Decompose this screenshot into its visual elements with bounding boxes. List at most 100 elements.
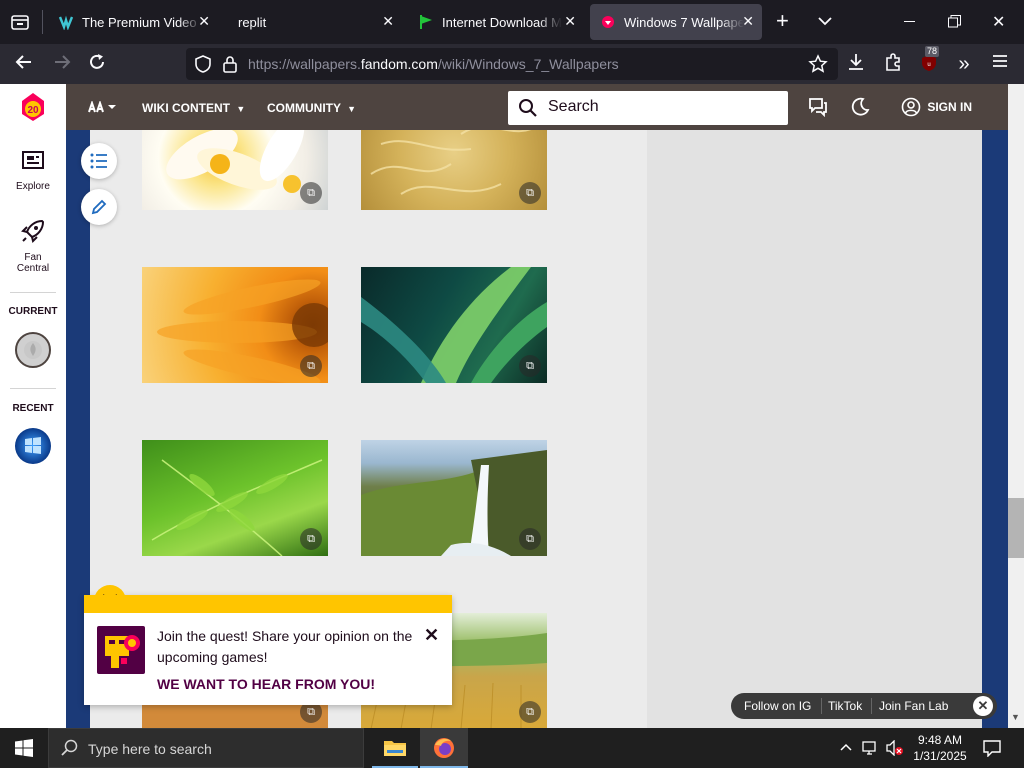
ublock-extension-icon[interactable]: u 78 [917, 46, 941, 76]
quest-message: Join the quest! Share your opinion on th… [157, 628, 413, 665]
browser-tab-strip: The Premium Video Ma ✕ replit ✕ Internet… [0, 0, 1024, 44]
tab-internet-download-manager[interactable]: Internet Download Ma ✕ [408, 4, 584, 40]
social-divider [821, 698, 822, 714]
expand-image-icon[interactable]: ⧉ [519, 528, 541, 550]
join-fan-lab-link[interactable]: Join Fan Lab [879, 699, 948, 713]
file-explorer-icon[interactable] [372, 728, 418, 768]
overflow-chevrons-icon[interactable]: » [952, 52, 976, 76]
rocket-icon[interactable] [20, 218, 46, 247]
right-rail [647, 130, 982, 728]
wiki-search-box[interactable]: Search [508, 91, 788, 125]
taskbar-clock[interactable]: 9:48 AM 1/31/2025 [908, 732, 972, 764]
tray-chevron-up-icon[interactable] [840, 741, 852, 759]
popup-header-bar [84, 595, 452, 613]
tab-windows7-wallpapers[interactable]: Windows 7 Wallpapers ✕ [590, 4, 762, 40]
network-icon[interactable] [862, 740, 880, 761]
social-bar: Follow on IG TikTok Join Fan Lab ✕ [731, 693, 997, 719]
nav-wiki-content[interactable]: WIKI CONTENT ▼ [142, 101, 245, 115]
close-popup-icon[interactable]: ✕ [424, 625, 439, 646]
close-tab-icon[interactable]: ✕ [382, 13, 394, 30]
recent-wiki-windows-avatar[interactable] [15, 428, 51, 464]
nav-community-label: COMMUNITY [267, 101, 341, 115]
green-flag-favicon [418, 14, 434, 30]
tab-title: Internet Download Ma [442, 14, 562, 30]
explore-label[interactable]: Explore [0, 181, 66, 192]
gallery-thumb-green-leaves[interactable]: ⧉ [361, 267, 547, 383]
close-tab-icon[interactable]: ✕ [742, 13, 754, 30]
bookmark-star-icon[interactable] [808, 54, 828, 77]
minimize-window-button[interactable] [904, 21, 915, 22]
tab-premium-video[interactable]: The Premium Video Ma ✕ [48, 4, 218, 40]
search-placeholder: Search [548, 98, 599, 115]
reload-icon[interactable] [85, 52, 109, 76]
page-scrollbar[interactable]: ▼ [1008, 84, 1024, 728]
url-path: /wiki/Windows_7_Wallpapers [437, 56, 619, 72]
tiktok-link[interactable]: TikTok [828, 699, 862, 713]
quest-popup: Join the quest! Share your opinion on th… [84, 585, 452, 705]
nav-community[interactable]: COMMUNITY ▼ [267, 101, 356, 115]
expand-image-icon[interactable]: ⧉ [300, 528, 322, 550]
url-domain: fandom.com [360, 56, 438, 72]
scrollbar-thumb[interactable] [1008, 498, 1024, 558]
extensions-puzzle-icon[interactable] [881, 52, 905, 76]
discussions-icon[interactable] [808, 97, 828, 120]
forward-arrow-icon[interactable] [50, 52, 74, 76]
windows-start-icon[interactable] [15, 739, 33, 762]
url-text[interactable]: https://wallpapers.fandom.com/wiki/Windo… [248, 56, 619, 72]
follow-on-ig-link[interactable]: Follow on IG [744, 699, 811, 713]
tab-replit[interactable]: replit ✕ [226, 4, 402, 40]
restore-window-button[interactable] [948, 15, 961, 28]
hamburger-menu-icon[interactable] [988, 52, 1012, 76]
explore-icon[interactable] [21, 150, 45, 175]
expand-image-icon[interactable]: ⧉ [519, 182, 541, 204]
table-of-contents-icon[interactable] [81, 143, 117, 179]
gallery-thumb-orange-gerbera[interactable]: ⧉ [142, 267, 328, 383]
downloads-icon[interactable] [844, 52, 868, 76]
tab-list-icon[interactable] [10, 12, 30, 32]
close-tab-icon[interactable]: ✕ [564, 13, 576, 30]
chevron-down-icon[interactable] [818, 14, 832, 29]
extension-badge: 78 [925, 46, 940, 57]
new-tab-button[interactable]: + [776, 8, 789, 34]
close-social-bar-icon[interactable]: ✕ [973, 696, 993, 716]
tab-title: Windows 7 Wallpapers [624, 14, 744, 30]
clock-time: 9:48 AM [917, 733, 963, 747]
fandom-logo-number: 20 [27, 105, 39, 116]
gallery-thumb-plumeria[interactable]: ⧉ [142, 130, 328, 210]
expand-image-icon[interactable]: ⧉ [519, 355, 541, 377]
back-arrow-icon[interactable] [12, 52, 36, 76]
tab-title: replit [238, 14, 267, 30]
address-bar[interactable]: https://wallpapers.fandom.com/wiki/Windo… [186, 48, 838, 80]
volume-muted-icon[interactable] [886, 739, 904, 761]
quest-cta-link[interactable]: WE WANT TO HEAR FROM YOU! [157, 676, 375, 692]
taskbar-search-box[interactable]: Type here to search [48, 728, 364, 768]
wiki-logo-menu[interactable] [88, 99, 118, 116]
dark-mode-moon-icon[interactable] [850, 97, 870, 120]
chevron-down-icon: ▼ [236, 104, 246, 114]
expand-image-icon[interactable]: ⧉ [300, 182, 322, 204]
quest-game-character-icon [97, 626, 145, 674]
close-tab-icon[interactable]: ✕ [198, 13, 210, 30]
fan-central-label[interactable]: Fan Central [0, 252, 66, 274]
scroll-down-arrow[interactable]: ▼ [1011, 712, 1020, 722]
lock-icon[interactable] [222, 55, 238, 76]
expand-image-icon[interactable]: ⧉ [300, 355, 322, 377]
tracking-shield-icon[interactable] [194, 55, 212, 76]
current-wiki-avatar[interactable] [15, 332, 51, 368]
browser-nav-bar: https://wallpapers.fandom.com/wiki/Windo… [0, 44, 1024, 84]
gallery-thumb-fern[interactable]: ⧉ [142, 440, 328, 556]
sidebar-divider [10, 388, 56, 389]
firefox-taskbar-icon[interactable] [420, 728, 468, 768]
edit-pencil-icon[interactable] [81, 189, 117, 225]
close-window-button[interactable]: ✕ [992, 12, 1005, 32]
gallery-thumb-waterfall[interactable]: ⧉ [361, 440, 547, 556]
sign-in-button[interactable]: SIGN IN [901, 97, 972, 117]
clock-date: 1/31/2025 [913, 749, 967, 763]
tab-title: The Premium Video Ma [82, 14, 202, 30]
expand-image-icon[interactable]: ⧉ [519, 701, 541, 723]
fandom-logo[interactable]: 20 [19, 92, 47, 122]
current-section-label: CURRENT [8, 306, 58, 317]
gallery-thumb-golden-petals[interactable]: ⧉ [361, 130, 547, 210]
notifications-icon[interactable] [983, 739, 1001, 762]
fandom-favicon [600, 14, 616, 30]
